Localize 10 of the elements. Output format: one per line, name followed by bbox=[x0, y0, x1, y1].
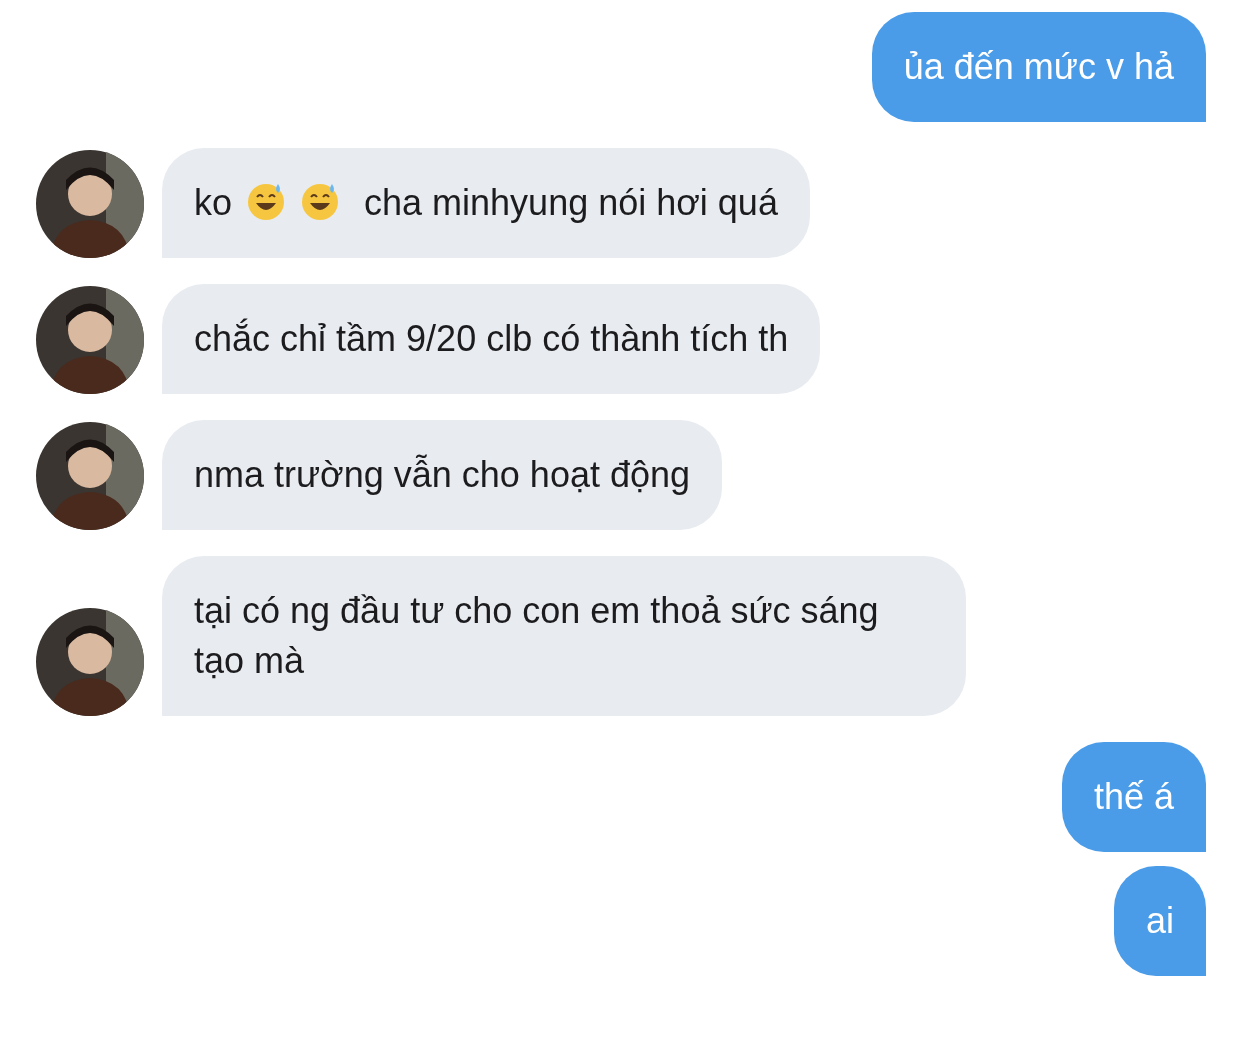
message-text: chắc chỉ tầm 9/20 clb có thành tích th bbox=[194, 318, 789, 359]
message-text: tại có ng đầu tư cho con em thoả sức sáng tạo mà bbox=[194, 590, 879, 681]
message-text: ai bbox=[1145, 900, 1174, 941]
message-text: ủa đến mức v hả bbox=[903, 46, 1174, 87]
message-text: cha minhyung nói hơi quá bbox=[364, 182, 778, 223]
sweat-smile-icon bbox=[246, 181, 287, 221]
sweat-smile-icon bbox=[300, 181, 341, 221]
message-text: nma trường vẫn cho hoạt động bbox=[194, 454, 691, 495]
message-text: ko bbox=[194, 182, 233, 223]
message-text: thế á bbox=[1093, 776, 1174, 817]
